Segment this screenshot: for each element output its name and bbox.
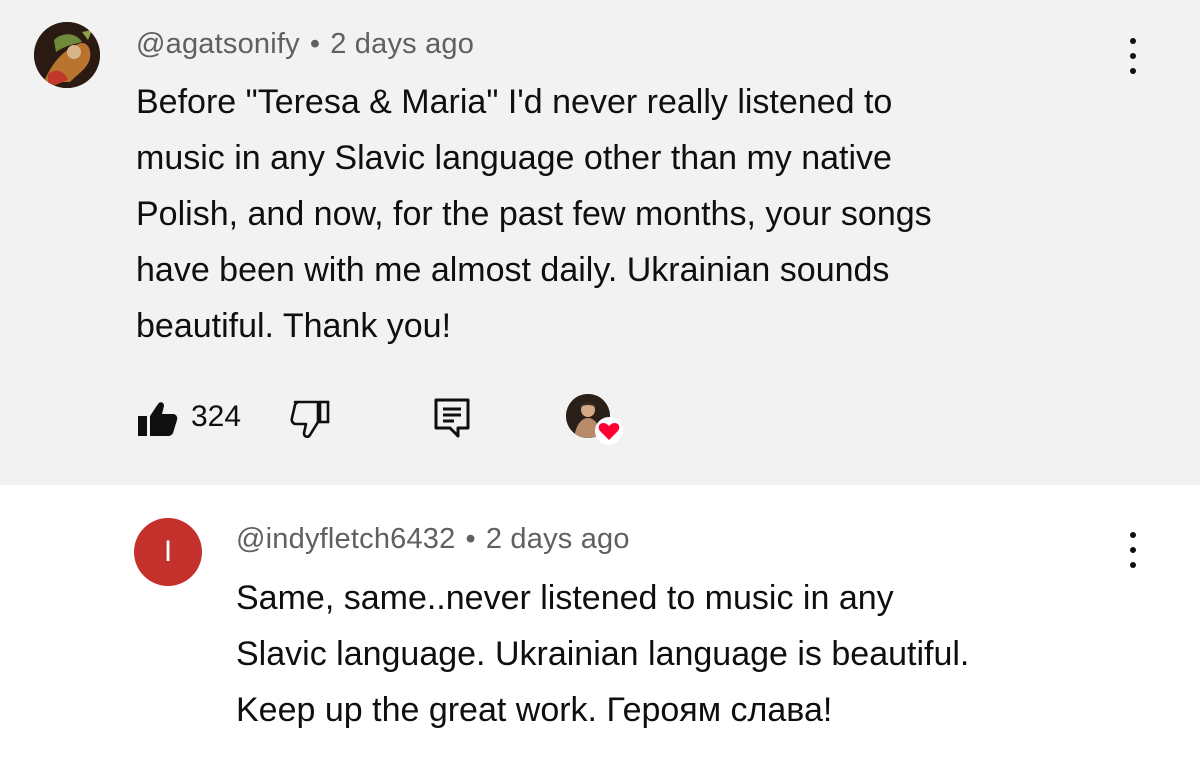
comment-highlighted: @agatsonify • 2 days ago Before "Teresa & … (0, 0, 1200, 485)
comment-meta: @agatsonify • 2 days ago (136, 28, 474, 61)
profile-photo-icon (34, 22, 100, 88)
comment-line: have been with me almost daily. Ukrainia… (136, 251, 890, 289)
comment-actions: 324 (136, 394, 656, 446)
author-handle[interactable]: @agatsonify (136, 28, 300, 60)
comment-line: Keep up the great work. Героям слава! (236, 691, 833, 729)
author-handle[interactable]: @indyfletch6432 (236, 523, 455, 555)
creator-heart (566, 394, 626, 446)
thumbs-up-filled-icon (138, 402, 178, 436)
reply-button[interactable] (432, 396, 472, 440)
ellipsis-dot (1130, 562, 1136, 568)
comment-line: Slavic language. Ukrainian language is b… (236, 635, 970, 673)
comment-body: Before "Teresa & Maria" I'd never really… (136, 74, 932, 354)
like-button[interactable] (136, 398, 178, 440)
meta-separator: • (309, 28, 321, 60)
vertical-ellipsis-icon (1130, 532, 1136, 538)
more-options-button[interactable] (1123, 532, 1143, 568)
timestamp[interactable]: 2 days ago (486, 523, 630, 555)
comment-body: Same, same..never listened to music in a… (236, 570, 969, 738)
more-options-button[interactable] (1123, 38, 1143, 74)
thumbs-down-outline-icon (290, 400, 330, 439)
ellipsis-dot (1130, 53, 1136, 59)
vertical-ellipsis-icon (1130, 38, 1136, 44)
dislike-button[interactable] (290, 398, 332, 440)
comment-line: Same, same..never listened to music in a… (236, 579, 894, 617)
avatar-letter: I (163, 535, 173, 568)
ellipsis-dot (1130, 68, 1136, 74)
comment-line: music in any Slavic language other than … (136, 139, 892, 177)
meta-separator: • (465, 523, 476, 555)
ellipsis-dot (1130, 547, 1136, 553)
creator-heart-icon (595, 417, 623, 445)
comment-line: beautiful. Thank you! (136, 307, 452, 345)
like-count: 324 (191, 400, 242, 433)
comment-reply-icon (434, 398, 470, 438)
comment-meta: @indyfletch6432 • 2 days ago (236, 523, 630, 556)
comment-thread: @agatsonify • 2 days ago Before "Teresa & … (0, 0, 1200, 776)
avatar[interactable]: I (134, 518, 202, 586)
timestamp[interactable]: 2 days ago (330, 28, 474, 60)
avatar[interactable] (34, 22, 100, 88)
comment-line: Polish, and now, for the past few months… (136, 195, 932, 233)
comment-line: Before "Teresa & Maria" I'd never really… (136, 83, 893, 121)
